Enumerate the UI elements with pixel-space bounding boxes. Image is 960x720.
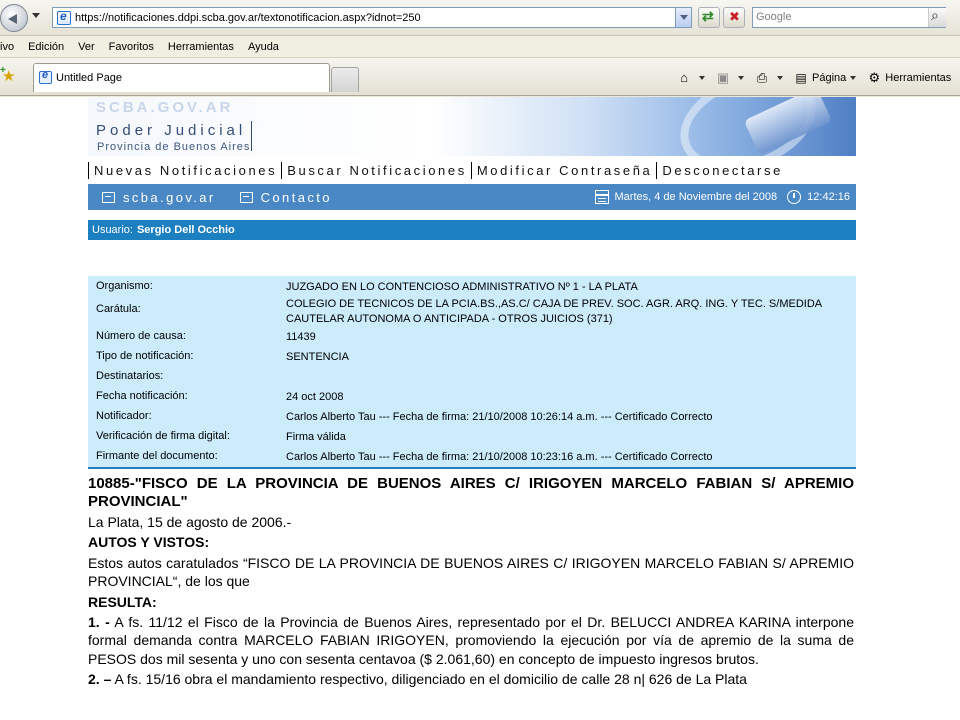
menu-bar: ivo Edición Ver Favoritos Herramientas A… bbox=[0, 36, 960, 58]
info-value: Firma válida bbox=[286, 431, 346, 443]
home-icon[interactable]: ⌂ bbox=[676, 70, 692, 86]
info-label: Tipo de notificación: bbox=[96, 350, 194, 362]
feeds-dropdown-icon[interactable] bbox=[738, 76, 744, 80]
info-label: Organismo: bbox=[96, 280, 153, 292]
autos-heading: AUTOS Y VISTOS: bbox=[88, 534, 210, 551]
tools-menu[interactable]: Herramientas bbox=[885, 72, 951, 84]
notification-details: Organismo: JUZGADO EN LO CONTENCIOSO ADM… bbox=[88, 276, 856, 469]
paragraph-1-text: A fs. 11/12 el Fisco de la Provincia de … bbox=[88, 614, 854, 667]
current-time: 12:42:16 bbox=[807, 191, 850, 203]
paragraph-2-number: 2. – bbox=[88, 671, 112, 688]
page-icon: ▤ bbox=[795, 71, 807, 85]
back-button[interactable] bbox=[0, 4, 28, 32]
ie-page-icon bbox=[57, 9, 71, 25]
info-label: Número de causa: bbox=[96, 330, 186, 342]
print-dropdown-icon[interactable] bbox=[777, 76, 783, 80]
page-menu[interactable]: Página bbox=[812, 72, 846, 84]
paragraph-1-number: 1. - bbox=[88, 614, 110, 631]
paragraph-1: 1. - A fs. 11/12 el Fisco de la Provinci… bbox=[88, 613, 854, 668]
info-value: JUZGADO EN LO CONTENCIOSO ADMINISTRATIVO… bbox=[286, 281, 638, 293]
nav-buscar-notificaciones[interactable]: Buscar Notificaciones bbox=[287, 163, 467, 178]
command-bar: ⌂ ▣ ⎙ ▤ Página ⚙ Herramientas bbox=[676, 68, 951, 88]
link-icon bbox=[102, 191, 115, 203]
address-url: https://notificaciones.ddpi.scba.gov.ar/… bbox=[75, 11, 421, 24]
add-favorite-icon[interactable]: + bbox=[0, 65, 6, 76]
address-dropdown-icon[interactable] bbox=[675, 8, 691, 27]
info-label: Verificación de firma digital: bbox=[96, 430, 230, 442]
paragraph-2-text: A fs. 15/16 obra el mandamiento respecti… bbox=[111, 671, 747, 688]
notification-text: 10885-"FISCO DE LA PROVINCIA DE BUENOS A… bbox=[88, 475, 854, 689]
nav-separator bbox=[470, 161, 472, 179]
menu-archivo[interactable]: ivo bbox=[0, 41, 14, 53]
main-navigation: Nuevas Notificaciones Buscar Notificacio… bbox=[88, 159, 856, 181]
banner-divider bbox=[251, 121, 252, 151]
nav-nuevas-notificaciones[interactable]: Nuevas Notificaciones bbox=[94, 163, 277, 178]
nav-separator bbox=[281, 161, 283, 179]
feeds-icon[interactable]: ▣ bbox=[715, 70, 731, 86]
address-toolbar: https://notificaciones.ddpi.scba.gov.ar/… bbox=[0, 0, 960, 36]
address-bar[interactable]: https://notificaciones.ddpi.scba.gov.ar/… bbox=[52, 7, 692, 28]
paragraph-2: 2. – A fs. 15/16 obra el mandamiento res… bbox=[88, 670, 854, 688]
user-bar: Usuario: Sergio Dell Occhio bbox=[88, 220, 856, 240]
nav-modificar-contrasena[interactable]: Modificar Contraseña bbox=[477, 163, 653, 178]
menu-favoritos[interactable]: Favoritos bbox=[109, 41, 154, 53]
ie-tab-icon bbox=[39, 69, 52, 84]
user-name: Sergio Dell Occhio bbox=[136, 224, 235, 236]
site-banner: SCBA.GOV.AR Poder Judicial Provincia de … bbox=[88, 97, 856, 156]
refresh-button[interactable] bbox=[698, 7, 720, 28]
menu-herramientas[interactable]: Herramientas bbox=[168, 41, 234, 53]
document-title: 10885-"FISCO DE LA PROVINCIA DE BUENOS A… bbox=[88, 475, 854, 510]
info-value: Carlos Alberto Tau --- Fecha de firma: 2… bbox=[286, 451, 713, 463]
info-label: Carátula: bbox=[96, 303, 141, 315]
link-contacto[interactable]: Contacto bbox=[261, 190, 332, 205]
resulta-heading: RESULTA: bbox=[88, 593, 157, 610]
page-dropdown-icon[interactable] bbox=[850, 76, 857, 80]
banner-subtitle: Provincia de Buenos Aires bbox=[97, 141, 251, 153]
info-label: Firmante del documento: bbox=[96, 450, 218, 462]
page-viewport: SCBA.GOV.AR Poder Judicial Provincia de … bbox=[0, 97, 960, 720]
menu-ayuda[interactable]: Ayuda bbox=[248, 41, 279, 53]
info-value: 24 oct 2008 bbox=[286, 391, 344, 403]
info-label: Notificador: bbox=[96, 410, 152, 422]
tab-bar: ★ + Untitled Page ⌂ ▣ ⎙ ▤ Página ⚙ Herra… bbox=[0, 58, 960, 96]
tab-untitled-page[interactable]: Untitled Page bbox=[33, 63, 330, 92]
link-scba[interactable]: scba.gov.ar bbox=[123, 190, 216, 205]
user-label: Usuario: bbox=[92, 224, 133, 236]
print-icon[interactable]: ⎙ bbox=[754, 70, 770, 86]
home-dropdown-icon[interactable] bbox=[699, 76, 705, 80]
search-input[interactable]: Google bbox=[752, 7, 946, 28]
date-time: Martes, 4 de Noviembre del 2008 12:42:16 bbox=[594, 184, 850, 210]
banner-title: Poder Judicial bbox=[96, 122, 247, 139]
info-value: 11439 bbox=[286, 331, 316, 343]
current-date: Martes, 4 de Noviembre del 2008 bbox=[614, 191, 778, 203]
history-dropdown-icon[interactable] bbox=[32, 13, 40, 18]
nav-desconectarse[interactable]: Desconectarse bbox=[662, 163, 783, 178]
tab-title: Untitled Page bbox=[56, 72, 123, 84]
calendar-icon bbox=[594, 190, 609, 204]
new-tab-button[interactable] bbox=[331, 67, 359, 92]
menu-edicion[interactable]: Edición bbox=[28, 41, 64, 53]
banner-brand: SCBA.GOV.AR bbox=[96, 99, 234, 116]
clock-icon bbox=[787, 190, 802, 204]
info-value: SENTENCIA bbox=[286, 351, 349, 363]
nav-separator bbox=[88, 161, 89, 179]
link-icon bbox=[239, 191, 253, 203]
info-label: Fecha notificación: bbox=[96, 390, 188, 402]
autos-text: Estos autos caratulados “FISCO DE LA PRO… bbox=[88, 554, 854, 590]
info-value: COLEGIO DE TECNICOS DE LA PCIA.BS.,AS.C/… bbox=[286, 298, 822, 325]
sub-navigation: scba.gov.ar Contacto Martes, 4 de Noviem… bbox=[88, 184, 856, 210]
right-margin bbox=[856, 97, 960, 720]
menu-ver[interactable]: Ver bbox=[78, 41, 95, 53]
nav-separator bbox=[656, 161, 658, 179]
info-value: Carlos Alberto Tau --- Fecha de firma: 2… bbox=[286, 411, 713, 423]
stop-button[interactable] bbox=[723, 7, 745, 28]
document-date: La Plata, 15 de agosto de 2006.- bbox=[88, 514, 292, 530]
gear-icon: ⚙ bbox=[868, 70, 881, 85]
info-label: Destinatarios: bbox=[96, 370, 164, 382]
search-icon[interactable] bbox=[928, 7, 946, 27]
